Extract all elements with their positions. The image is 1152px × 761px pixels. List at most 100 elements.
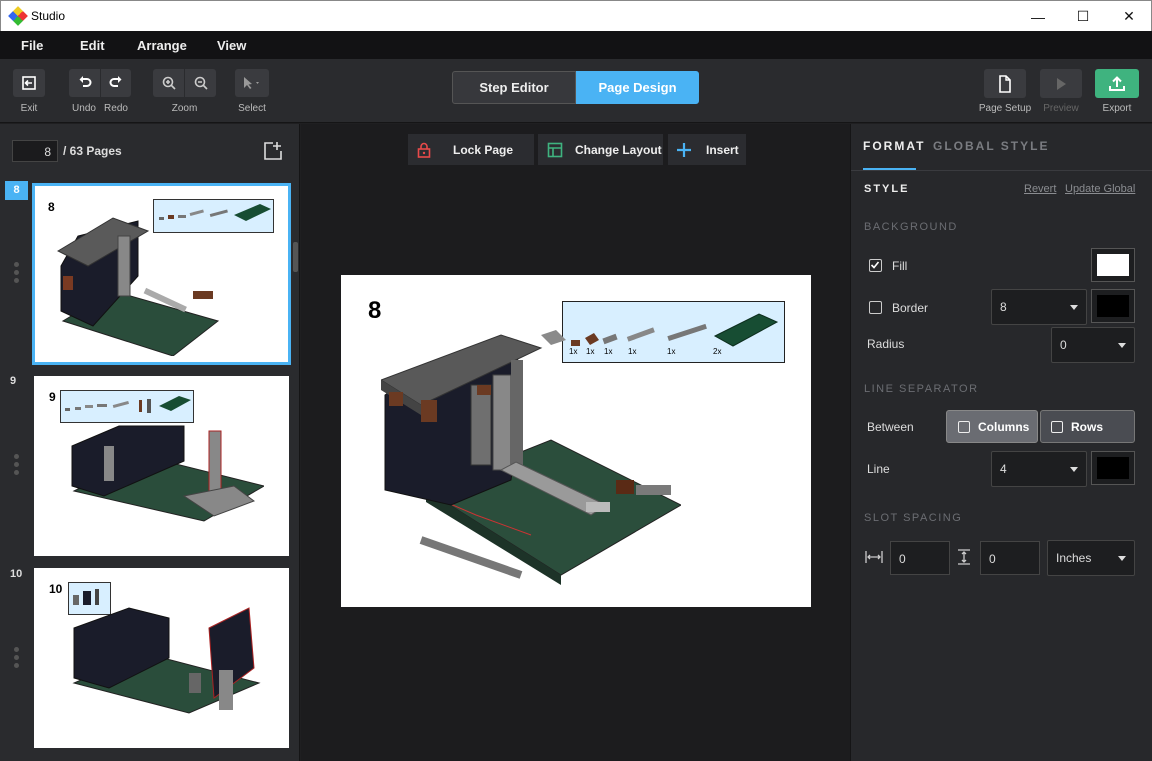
page-setup-button[interactable] — [984, 69, 1026, 98]
page-setup-label: Page Setup — [978, 103, 1032, 114]
undo-button[interactable] — [69, 69, 100, 97]
drag-handle-icon[interactable] — [14, 454, 20, 478]
page-thumbnail-8[interactable]: 8 — [32, 183, 291, 365]
drag-handle-icon[interactable] — [14, 647, 20, 671]
line-label: Line — [867, 462, 890, 476]
app-logo-icon — [8, 6, 28, 26]
exit-label: Exit — [20, 103, 38, 114]
export-label: Export — [1102, 103, 1132, 114]
menu-arrange[interactable]: Arrange — [137, 38, 187, 53]
play-icon — [1057, 77, 1066, 90]
slot-spacing-heading: SLOT SPACING — [864, 512, 963, 524]
model-illustration — [56, 217, 220, 356]
menu-edit[interactable]: Edit — [80, 38, 105, 53]
tab-global-style[interactable]: GLOBAL STYLE — [933, 139, 1049, 153]
zoom-in-icon — [162, 76, 176, 90]
radius-dropdown[interactable]: 0 — [1051, 327, 1135, 363]
undo-label: Undo — [72, 103, 96, 114]
model-illustration — [72, 607, 261, 714]
zoom-in-button[interactable] — [153, 69, 184, 97]
line-width-dropdown[interactable]: 4 — [991, 451, 1087, 487]
border-color — [1097, 295, 1129, 317]
between-label: Between — [867, 420, 914, 434]
rows-checkbox — [1051, 420, 1063, 433]
columns-label: Columns — [978, 419, 1030, 434]
thumb-step-number: 9 — [49, 390, 56, 404]
zoom-out-button[interactable] — [185, 69, 216, 97]
fill-color-swatch[interactable] — [1091, 248, 1135, 282]
line-color — [1097, 457, 1129, 479]
export-icon — [1109, 75, 1125, 91]
toolbar: Exit Undo Redo Zoom Select Step Editor P… — [0, 59, 1152, 123]
format-panel: FORMAT GLOBAL STYLE STYLE Revert Update … — [850, 124, 1152, 761]
check-icon — [870, 261, 880, 269]
tab-format[interactable]: FORMAT — [863, 139, 925, 153]
current-page-input[interactable]: 8 — [12, 140, 58, 162]
tab-page-design[interactable]: Page Design — [576, 71, 699, 104]
vertical-spacing-input[interactable]: 0 — [980, 541, 1040, 575]
minimize-button[interactable]: — — [1015, 1, 1061, 32]
maximize-button[interactable]: ☐ — [1060, 1, 1106, 32]
caret-down-icon — [1118, 556, 1126, 561]
menu-file[interactable]: File — [21, 38, 43, 53]
add-page-icon — [264, 142, 282, 160]
close-button[interactable]: ✕ — [1106, 1, 1152, 32]
preview-label: Preview — [1043, 103, 1079, 114]
fill-label: Fill — [892, 259, 908, 273]
step-number: 8 — [368, 297, 382, 324]
border-width-value: 8 — [1000, 300, 1007, 314]
lock-icon — [417, 142, 431, 158]
exit-button[interactable] — [13, 69, 45, 97]
exit-icon — [22, 76, 36, 90]
rows-toggle[interactable]: Rows — [1040, 410, 1135, 443]
radius-label: Radius — [867, 337, 905, 351]
undo-icon — [79, 76, 91, 87]
page-setup-icon — [999, 74, 1011, 93]
cursor-icon — [244, 77, 259, 89]
page-thumbnail-9[interactable]: 9 — [34, 376, 289, 556]
insert-label: Insert — [706, 142, 739, 157]
add-page-button[interactable] — [263, 141, 283, 164]
page-canvas: Lock Page Change Layout Insert 8 1x 1x 1… — [301, 124, 850, 761]
change-layout-button[interactable]: Change Layout — [538, 134, 663, 165]
export-button[interactable] — [1095, 69, 1139, 98]
revert-link[interactable]: Revert — [1024, 183, 1056, 195]
update-global-link[interactable]: Update Global — [1065, 183, 1135, 195]
line-width-value: 4 — [1000, 462, 1007, 476]
title-bar: Studio — ☐ ✕ — [0, 0, 1152, 31]
columns-toggle[interactable]: Columns — [946, 410, 1038, 443]
menu-view[interactable]: View — [217, 38, 246, 53]
horizontal-spacing-input[interactable]: 0 — [890, 541, 950, 575]
page-thumbnail-10[interactable]: 10 — [34, 568, 289, 748]
menu-bar: File Edit Arrange View — [0, 31, 1152, 59]
border-width-dropdown[interactable]: 8 — [991, 289, 1087, 325]
fill-checkbox[interactable] — [869, 259, 882, 272]
border-checkbox[interactable] — [869, 301, 882, 314]
redo-label: Redo — [104, 103, 128, 114]
line-separator-heading: LINE SEPARATOR — [864, 383, 979, 395]
scrollbar-thumb[interactable] — [293, 242, 298, 272]
zoom-out-icon — [194, 76, 208, 90]
page-count: / 63 Pages — [63, 144, 122, 158]
line-color-swatch[interactable] — [1091, 451, 1135, 485]
rows-label: Rows — [1071, 419, 1104, 434]
thumb-step-number: 8 — [48, 200, 55, 214]
tab-step-editor[interactable]: Step Editor — [452, 71, 576, 104]
pages-panel: 8 / 63 Pages 8 8 9 9 10 10 — [0, 124, 300, 761]
plus-icon — [677, 142, 691, 157]
background-heading: BACKGROUND — [864, 221, 958, 233]
border-color-swatch[interactable] — [1091, 289, 1135, 323]
drag-handle-icon[interactable] — [14, 262, 20, 286]
part-qty: 2x — [713, 347, 722, 356]
redo-button[interactable] — [101, 69, 131, 97]
app-title: Studio — [31, 9, 66, 23]
preview-button[interactable] — [1040, 69, 1082, 98]
lock-page-button[interactable]: Lock Page — [408, 134, 534, 165]
insert-button[interactable]: Insert — [668, 134, 746, 165]
radius-value: 0 — [1060, 338, 1067, 352]
model-illustration — [381, 330, 681, 585]
redo-icon — [109, 76, 122, 87]
instruction-page[interactable]: 8 1x 1x 1x 1x 1x 2x — [341, 275, 811, 607]
unit-dropdown[interactable]: Inches — [1047, 540, 1135, 576]
select-button[interactable] — [235, 69, 269, 97]
